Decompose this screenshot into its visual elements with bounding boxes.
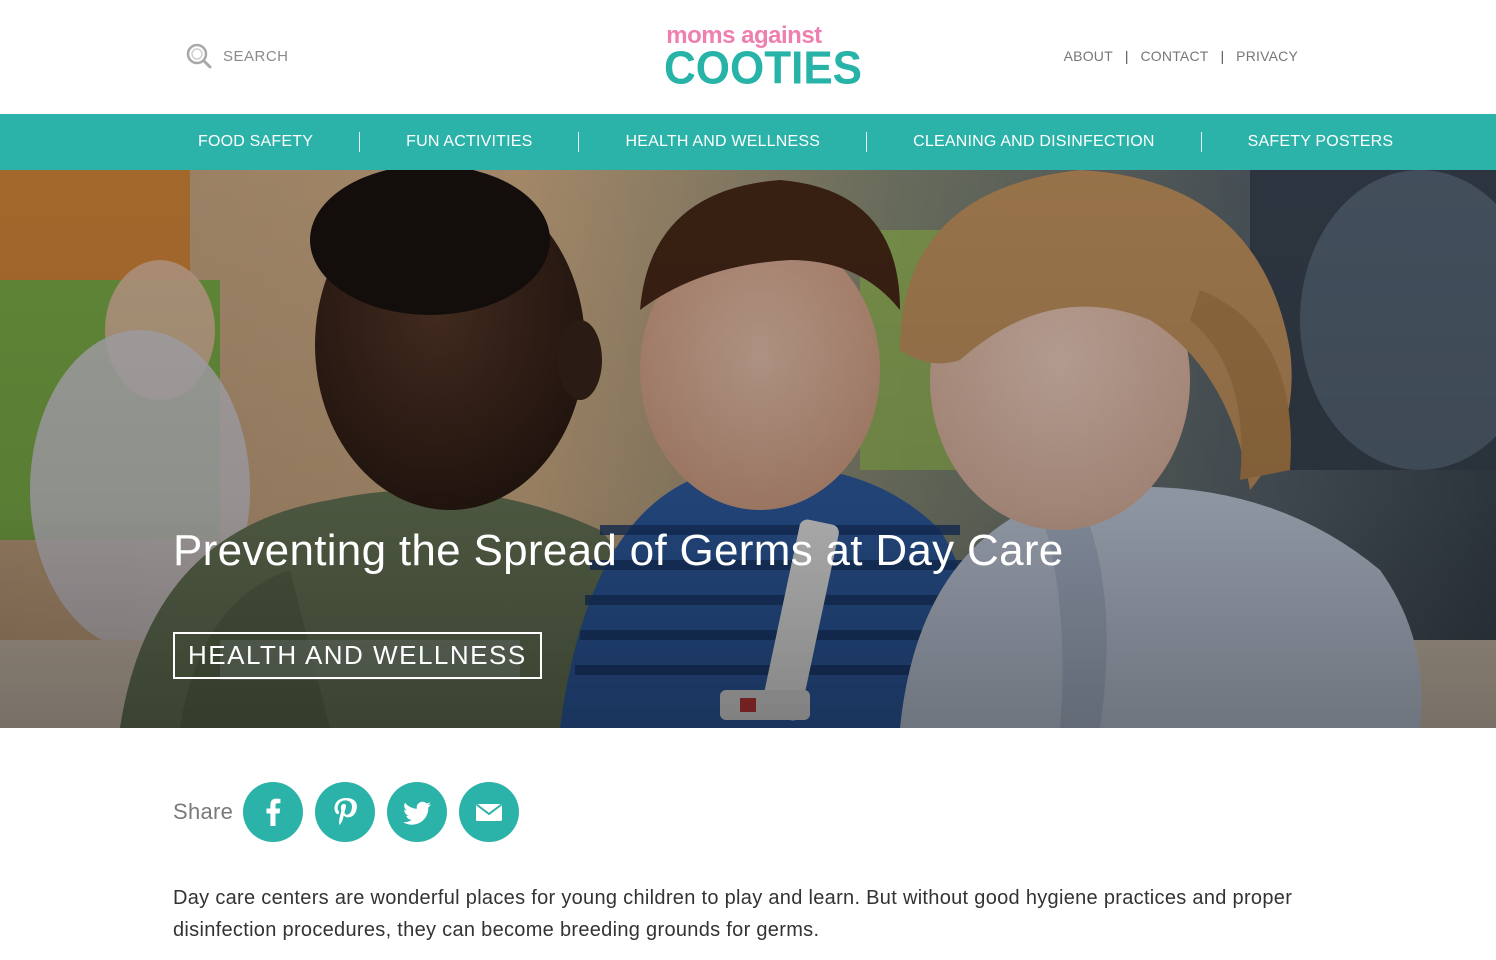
share-email-button[interactable]	[459, 781, 520, 842]
nav-health-and-wellness[interactable]: HEALTH AND WELLNESS	[601, 133, 844, 151]
facebook-icon	[266, 798, 281, 826]
twitter-icon	[403, 801, 432, 825]
main-nav: FOOD SAFETY FUN ACTIVITIES HEALTH AND WE…	[0, 114, 1496, 170]
about-link[interactable]: ABOUT	[1064, 48, 1113, 64]
site-logo[interactable]: moms against COOTIES	[664, 24, 863, 95]
share-bar: Share	[173, 781, 531, 842]
share-twitter-button[interactable]	[387, 781, 448, 842]
util-separator: |	[1124, 48, 1129, 64]
category-tag[interactable]: HEALTH AND WELLNESS	[173, 632, 542, 679]
utility-nav: ABOUT | CONTACT | PRIVACY	[1064, 48, 1298, 64]
search-input[interactable]	[223, 43, 423, 69]
email-icon	[476, 803, 503, 821]
search-box[interactable]	[186, 43, 423, 69]
site-header: moms against COOTIES ABOUT | CONTACT | P…	[0, 0, 1496, 114]
privacy-link[interactable]: PRIVACY	[1236, 48, 1298, 64]
nav-fun-activities[interactable]: FUN ACTIVITIES	[382, 133, 556, 151]
nav-food-safety[interactable]: FOOD SAFETY	[174, 133, 337, 151]
share-label: Share	[173, 798, 234, 824]
search-icon[interactable]	[186, 43, 212, 69]
logo-bottom-text: COOTIES	[664, 42, 863, 95]
pinterest-icon	[334, 797, 358, 825]
nav-divider	[1200, 132, 1202, 152]
share-pinterest-button[interactable]	[315, 781, 376, 842]
share-facebook-button[interactable]	[243, 781, 304, 842]
util-separator: |	[1220, 48, 1225, 64]
nav-cleaning-and-disinfection[interactable]: CLEANING AND DISINFECTION	[889, 133, 1178, 151]
nav-divider	[359, 132, 361, 152]
page-title: Preventing the Spread of Germs at Day Ca…	[173, 526, 1064, 575]
nav-safety-posters[interactable]: SAFETY POSTERS	[1224, 133, 1418, 151]
contact-link[interactable]: CONTACT	[1141, 48, 1209, 64]
article-intro: Day care centers are wonderful places fo…	[173, 887, 1293, 941]
nav-divider	[866, 132, 868, 152]
nav-divider	[578, 132, 580, 152]
